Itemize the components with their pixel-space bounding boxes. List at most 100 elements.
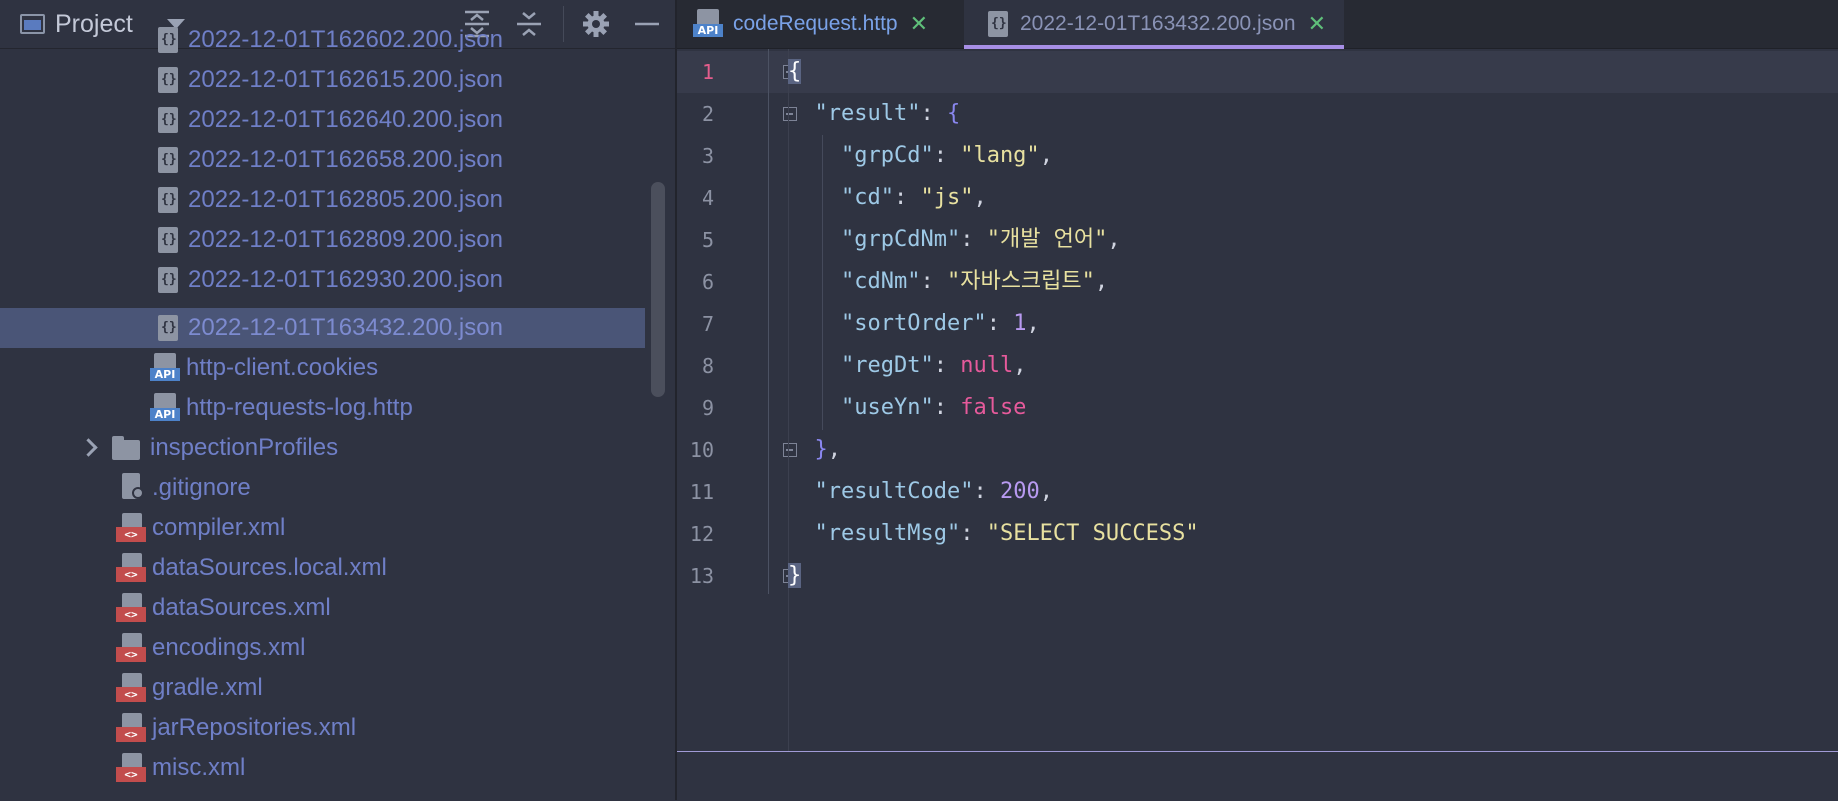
tree-item-label: dataSources.xml: [152, 594, 331, 621]
tree-item-json-selected[interactable]: 2022-12-01T163432.200.json: [0, 308, 645, 348]
json-number: 200: [999, 479, 1040, 504]
code-line: "resultMsg": "SELECT SUCCESS": [788, 513, 1199, 555]
tree-item-json[interactable]: 2022-12-01T162805.200.json: [0, 180, 645, 220]
tree-item-api[interactable]: API http-client.cookies: [0, 348, 645, 388]
tree-item-label: 2022-12-01T162658.200.json: [188, 146, 503, 173]
current-line-highlight: [677, 51, 1838, 93]
ignore-file-icon: [116, 473, 144, 503]
xml-file-icon: <>: [116, 673, 146, 703]
tree-item-json[interactable]: 2022-12-01T162602.200.json: [0, 20, 645, 60]
colon: :: [933, 143, 961, 168]
chevron-right-icon[interactable]: [78, 438, 98, 458]
tree-item-xml[interactable]: <> dataSources.xml: [0, 588, 645, 628]
line-number: 7: [701, 312, 714, 336]
json-string: "자바스크립트": [946, 269, 1095, 294]
tree-item-json[interactable]: 2022-12-01T162809.200.json: [0, 220, 645, 260]
tree-item-label: 2022-12-01T162805.200.json: [188, 186, 503, 213]
tree-item-xml[interactable]: <> compiler.xml: [0, 508, 645, 548]
tree-item-json[interactable]: 2022-12-01T162615.200.json: [0, 60, 645, 100]
code-line: "cd": "js",: [788, 177, 987, 219]
line-number: 2: [701, 102, 714, 126]
tree-item-api[interactable]: API http-requests-log.http: [0, 388, 645, 428]
editor-bottom-bar: [677, 751, 1838, 801]
tree-item-label: 2022-12-01T163432.200.json: [188, 314, 503, 341]
project-tree-scrollbar[interactable]: [651, 182, 665, 397]
json-null: null: [960, 353, 1014, 378]
code-line: },: [788, 429, 842, 471]
line-number: 1: [701, 60, 714, 84]
tab-label: codeRequest.http: [733, 12, 898, 35]
json-file-icon: [152, 65, 180, 95]
project-panel: Project {} 2022-12-01T162602.200.json {}…: [0, 0, 675, 800]
ide-window: Project {} 2022-12-01T162602.200.json {}…: [0, 0, 1838, 801]
tab-code-request[interactable]: API codeRequest.http ✕: [693, 0, 940, 48]
code-line: }: [788, 555, 802, 597]
close-brace: }: [814, 437, 828, 462]
line-number: 5: [701, 228, 714, 252]
json-file-icon: [152, 185, 180, 215]
tree-item-label: http-requests-log.http: [186, 394, 413, 421]
tree-item-xml[interactable]: <> gradle.xml: [0, 668, 645, 708]
json-file-icon: [982, 9, 1010, 39]
xml-file-icon: <>: [116, 553, 146, 583]
code-line: "resultCode": 200,: [788, 471, 1053, 513]
line-number: 12: [689, 522, 714, 546]
tree-item-xml[interactable]: <> dataSources.local.xml: [0, 548, 645, 588]
code-line: "result": {: [788, 93, 961, 135]
json-key: "result": [814, 101, 921, 126]
line-number: 10: [689, 438, 714, 462]
json-number: 1: [1013, 311, 1027, 336]
tree-item-label: 2022-12-01T162602.200.json: [188, 26, 503, 53]
tree-item-xml[interactable]: <> encodings.xml: [0, 628, 645, 668]
json-file-icon: [152, 225, 180, 255]
close-icon[interactable]: ✕: [910, 11, 928, 37]
json-key: "cd": [840, 185, 894, 210]
code-line: "sortOrder": 1,: [788, 303, 1040, 345]
xml-file-icon: <>: [116, 513, 146, 543]
json-key: "grpCd": [840, 143, 934, 168]
colon: :: [960, 521, 987, 546]
json-string: "js": [920, 185, 974, 210]
tree-item-json[interactable]: 2022-12-01T162658.200.json: [0, 140, 645, 180]
tree-item-json[interactable]: 2022-12-01T162930.200.json: [0, 260, 645, 300]
line-number: 6: [701, 270, 714, 294]
line-number: 4: [701, 186, 714, 210]
comma: ,: [1039, 143, 1053, 168]
json-file-icon: [152, 265, 180, 295]
json-key: "resultMsg": [814, 521, 961, 546]
xml-file-icon: <>: [116, 713, 146, 743]
close-icon[interactable]: ✕: [1308, 11, 1326, 37]
comma: ,: [1094, 269, 1109, 294]
json-file-icon: [152, 145, 180, 175]
tree-item-label: encodings.xml: [152, 634, 306, 661]
tab-json-response[interactable]: 2022-12-01T163432.200.json ✕: [964, 0, 1344, 49]
json-key: "sortOrder": [840, 311, 987, 336]
code-line: "regDt": null,: [788, 345, 1026, 387]
tree-item-label: 2022-12-01T162930.200.json: [188, 266, 503, 293]
code-line: "grpCd": "lang",: [788, 135, 1053, 177]
json-file-icon: [152, 313, 180, 343]
api-file-icon: API: [150, 353, 180, 383]
tab-label: 2022-12-01T163432.200.json: [1020, 12, 1296, 35]
code-line: "useYn": false: [788, 387, 1026, 429]
json-file-icon: [152, 105, 180, 135]
colon: :: [920, 269, 947, 294]
comma: ,: [827, 437, 841, 462]
json-boolean: false: [960, 395, 1027, 420]
json-key: "regDt": [840, 353, 934, 378]
tree-item-label: dataSources.local.xml: [152, 554, 387, 581]
code-line: "cdNm": "자바스크립트",: [788, 261, 1108, 303]
close-brace: }: [788, 563, 802, 588]
tree-item-folder[interactable]: inspectionProfiles: [0, 428, 645, 468]
comma: ,: [1039, 479, 1053, 504]
tree-item-json[interactable]: 2022-12-01T162640.200.json: [0, 100, 645, 140]
colon: :: [933, 353, 961, 378]
line-number: 9: [701, 396, 714, 420]
xml-file-icon: <>: [116, 593, 146, 623]
tree-item-xml[interactable]: <> jarRepositories.xml: [0, 708, 645, 748]
editor-margin-line: [768, 49, 769, 594]
tree-item-label: 2022-12-01T162640.200.json: [188, 106, 503, 133]
tree-item-gitignore[interactable]: .gitignore: [0, 468, 645, 508]
tree-item-xml[interactable]: <> misc.xml: [0, 748, 645, 788]
colon: :: [960, 227, 987, 252]
